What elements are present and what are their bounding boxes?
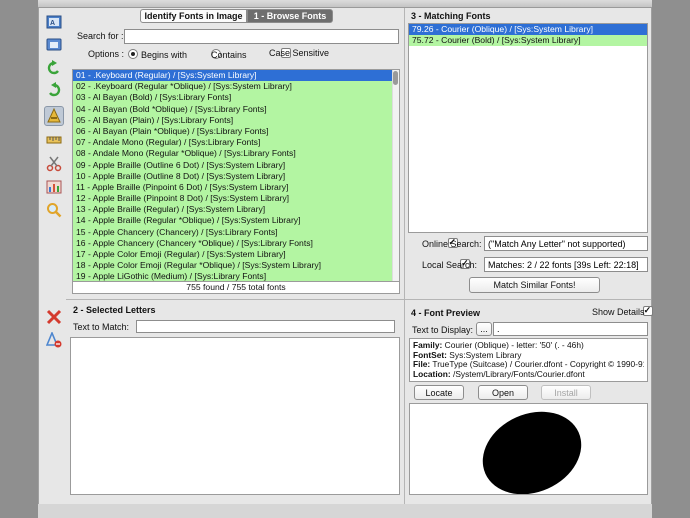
font-list-row[interactable]: 11 - Apple Braille (Pinpoint 6 Dot) / [S… bbox=[73, 181, 399, 194]
font-list-scrollbar[interactable] bbox=[392, 70, 399, 281]
begins-with-radio[interactable] bbox=[128, 49, 138, 59]
font-list-row[interactable]: 06 - Al Bayan (Plain *Oblique) / [Sys:Li… bbox=[73, 125, 399, 138]
online-search-status bbox=[484, 236, 648, 251]
text-to-display-label: Text to Display: bbox=[412, 325, 474, 335]
delete-letters-button[interactable] bbox=[44, 307, 64, 327]
match-similar-fonts-button[interactable]: Match Similar Fonts! bbox=[469, 277, 600, 293]
font-list-row[interactable]: 02 - .Keyboard (Regular *Oblique) / [Sys… bbox=[73, 81, 399, 93]
show-details-label: Show Details bbox=[592, 307, 645, 317]
font-list-row[interactable]: 18 - Apple Color Emoji (Regular *Oblique… bbox=[73, 260, 399, 272]
open-image-button[interactable]: A bbox=[44, 12, 64, 32]
cut-tool[interactable] bbox=[44, 154, 64, 174]
window-bottom bbox=[38, 504, 652, 518]
glyph-preview-area bbox=[409, 403, 648, 495]
font-location-row: Location: /System/Library/Fonts/Courier.… bbox=[413, 369, 585, 379]
font-list: 01 - .Keyboard (Regular) / [Sys:System L… bbox=[72, 69, 400, 282]
magnifier-icon bbox=[47, 203, 62, 218]
font-select-tool[interactable] bbox=[44, 106, 64, 126]
font-list-row[interactable]: 08 - Andale Mono (Regular *Oblique) / [S… bbox=[73, 148, 399, 160]
font-list-row[interactable]: 01 - .Keyboard (Regular) / [Sys:System L… bbox=[73, 70, 399, 82]
font-fontset-row: FontSet: Sys:System Library bbox=[413, 350, 522, 360]
font-list-row[interactable]: 17 - Apple Color Emoji (Regular) / [Sys:… bbox=[73, 249, 399, 261]
glyph-preview-image bbox=[482, 411, 582, 494]
redo-icon bbox=[49, 82, 61, 97]
selected-letters-title: 2 - Selected Letters bbox=[73, 305, 156, 315]
text-to-display-input[interactable] bbox=[493, 322, 648, 336]
install-button: Install bbox=[541, 385, 591, 400]
open-button[interactable]: Open bbox=[478, 385, 528, 400]
begins-with-label: Begins with bbox=[141, 50, 188, 60]
font-list-row[interactable]: 19 - Apple LiGothic (Medium) / [Sys:Libr… bbox=[73, 271, 399, 281]
vertical-splitter[interactable] bbox=[404, 8, 405, 504]
image-icon: A bbox=[46, 15, 62, 29]
open-folder-button[interactable] bbox=[44, 34, 64, 54]
font-list-scroll-thumb[interactable] bbox=[393, 71, 398, 85]
matching-fonts-list: 79.26 - Courier (Oblique) / [Sys:System … bbox=[408, 23, 648, 233]
font-list-row[interactable]: 09 - Apple Braille (Outline 6 Dot) / [Sy… bbox=[73, 159, 399, 171]
ellipsis-button[interactable]: ... bbox=[476, 322, 492, 336]
online-search-label: Online Search: bbox=[422, 239, 482, 249]
letter-minus-icon bbox=[46, 332, 62, 348]
window-titlebar bbox=[38, 0, 652, 8]
matching-fonts-title: 3 - Matching Fonts bbox=[411, 11, 491, 21]
font-preview-title: 4 - Font Preview bbox=[411, 308, 481, 318]
zoom-tool[interactable] bbox=[44, 200, 64, 220]
case-sensitive-label: Case Sensitive bbox=[269, 48, 330, 58]
matching-font-row[interactable]: 75.72 - Courier (Bold) / [Sys:System Lib… bbox=[409, 35, 647, 46]
font-list-row[interactable]: 05 - Al Bayan (Plain) / [Sys:Library Fon… bbox=[73, 114, 399, 126]
right-horizontal-splitter[interactable] bbox=[405, 299, 651, 300]
ruler-tool[interactable] bbox=[44, 130, 64, 150]
folder-icon bbox=[46, 38, 62, 51]
font-list-row[interactable]: 14 - Apple Braille (Regular *Oblique) / … bbox=[73, 215, 399, 227]
left-horizontal-splitter[interactable] bbox=[66, 299, 404, 300]
tab-browse-fonts[interactable]: 1 - Browse Fonts bbox=[247, 9, 333, 23]
tab-identify-fonts[interactable]: Identify Fonts in Image bbox=[140, 9, 247, 23]
undo-button[interactable] bbox=[44, 58, 64, 78]
selected-letters-area[interactable] bbox=[70, 337, 400, 495]
font-list-row[interactable]: 16 - Apple Chancery (Chancery *Oblique) … bbox=[73, 237, 399, 249]
font-count-status: 755 found / 755 total fonts bbox=[72, 282, 400, 294]
undo-icon bbox=[47, 60, 59, 75]
font-list-row[interactable]: 13 - Apple Braille (Regular) / [Sys:Syst… bbox=[73, 204, 399, 216]
local-search-label: Local Search: bbox=[422, 260, 478, 270]
matching-font-row[interactable]: 79.26 - Courier (Oblique) / [Sys:System … bbox=[409, 24, 647, 35]
text-to-match-input[interactable] bbox=[136, 320, 395, 333]
font-list-row[interactable]: 07 - Andale Mono (Regular) / [Sys:Librar… bbox=[73, 137, 399, 149]
font-family-row: Family: Courier (Oblique) - letter: '50'… bbox=[413, 341, 584, 350]
font-list-row[interactable]: 15 - Apple Chancery (Chancery) / [Sys:Li… bbox=[73, 226, 399, 238]
ruler-icon bbox=[46, 136, 62, 144]
svg-text:A: A bbox=[50, 20, 55, 27]
locate-button[interactable]: Locate bbox=[414, 385, 464, 400]
search-label: Search for : bbox=[77, 31, 124, 41]
font-a-icon bbox=[47, 108, 61, 123]
redo-button[interactable] bbox=[44, 80, 64, 100]
chart-tool[interactable] bbox=[44, 177, 64, 197]
font-list-row[interactable]: 04 - Al Bayan (Bold *Oblique) / [Sys:Lib… bbox=[73, 103, 399, 115]
red-x-icon bbox=[46, 309, 62, 325]
remove-letter-button[interactable] bbox=[44, 330, 64, 350]
search-input[interactable] bbox=[124, 29, 399, 44]
font-file-row: File: TrueType (Suitcase) / Courier.dfon… bbox=[413, 360, 644, 370]
font-list-row[interactable]: 03 - Al Bayan (Bold) / [Sys:Library Font… bbox=[73, 92, 399, 104]
scissors-icon bbox=[46, 156, 62, 172]
font-list-row[interactable]: 10 - Apple Braille (Outline 8 Dot) / [Sy… bbox=[73, 170, 399, 182]
contains-label: Contains bbox=[211, 50, 247, 60]
options-label: Options : bbox=[88, 49, 125, 59]
text-to-match-label: Text to Match: bbox=[73, 322, 130, 332]
chart-icon bbox=[46, 180, 62, 194]
font-list-row[interactable]: 12 - Apple Braille (Pinpoint 8 Dot) / [S… bbox=[73, 193, 399, 205]
font-details-box: Family: Courier (Oblique) - letter: '50'… bbox=[409, 338, 648, 382]
local-search-status bbox=[484, 257, 648, 272]
